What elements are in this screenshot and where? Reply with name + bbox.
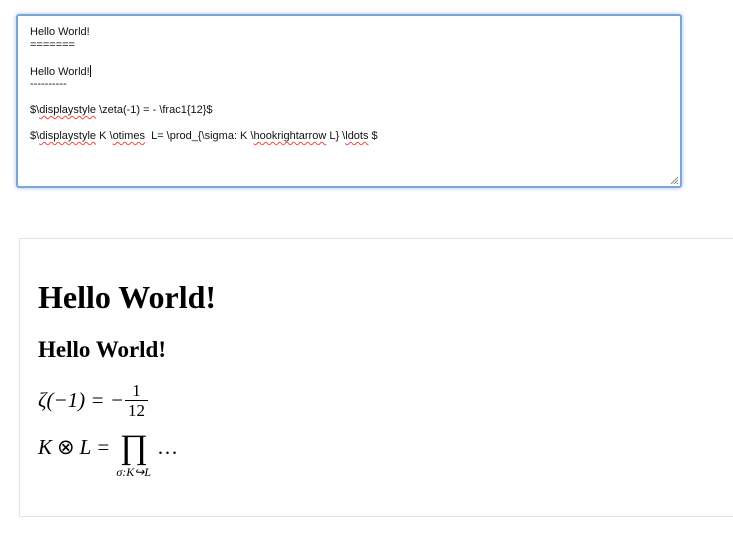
product-subscript: σ:K↪L: [116, 465, 152, 479]
eq1-numerator: 1: [132, 381, 141, 400]
product-operator: ∏ σ:K↪L: [116, 431, 152, 480]
preview-heading-1: Hello World!: [38, 279, 217, 315]
math-equation-product: K ⊗ L = ∏ σ:K↪L …: [38, 431, 179, 480]
resize-grip-icon[interactable]: [670, 176, 678, 184]
editor-line-9: $\displaystyle K \otimes L= \prod_{\sigm…: [30, 130, 378, 142]
otimes-symbol: ⊗: [57, 435, 75, 459]
markdown-editor-textarea[interactable]: Hello World! ======= Hello World! ------…: [16, 14, 682, 188]
math-equation-zeta: ζ(−1) = − 1 12: [38, 381, 148, 420]
rendered-preview: Hello World! Hello World! ζ(−1) = − 1 12…: [19, 238, 733, 517]
text-caret: [89, 65, 91, 77]
editor-line-8: [30, 117, 670, 130]
editor-line-6: [30, 91, 670, 104]
eq2-k: K: [38, 435, 53, 459]
eq1-denominator: 12: [125, 400, 148, 420]
eq1-fraction: 1 12: [125, 381, 148, 420]
editor-line-5: ----------: [30, 78, 67, 90]
editor-line-4: Hello World!: [30, 65, 670, 78]
ellipsis: …: [157, 435, 179, 459]
product-symbol: ∏: [119, 429, 148, 466]
preview-heading-2: Hello World!: [38, 337, 166, 362]
editor-line-1: Hello World!: [30, 26, 90, 38]
eq2-l: L =: [79, 435, 111, 459]
eq1-lhs: ζ(−1) = −: [38, 388, 124, 412]
editor-line-4-text: Hello World!: [30, 66, 90, 78]
editor-content: Hello World! ======= Hello World! ------…: [30, 26, 670, 143]
editor-line-2: =======: [30, 39, 75, 51]
editor-line-7: $\displaystyle \zeta(-1) = - \frac1{12}$: [30, 104, 213, 116]
editor-line-3: [30, 52, 670, 65]
